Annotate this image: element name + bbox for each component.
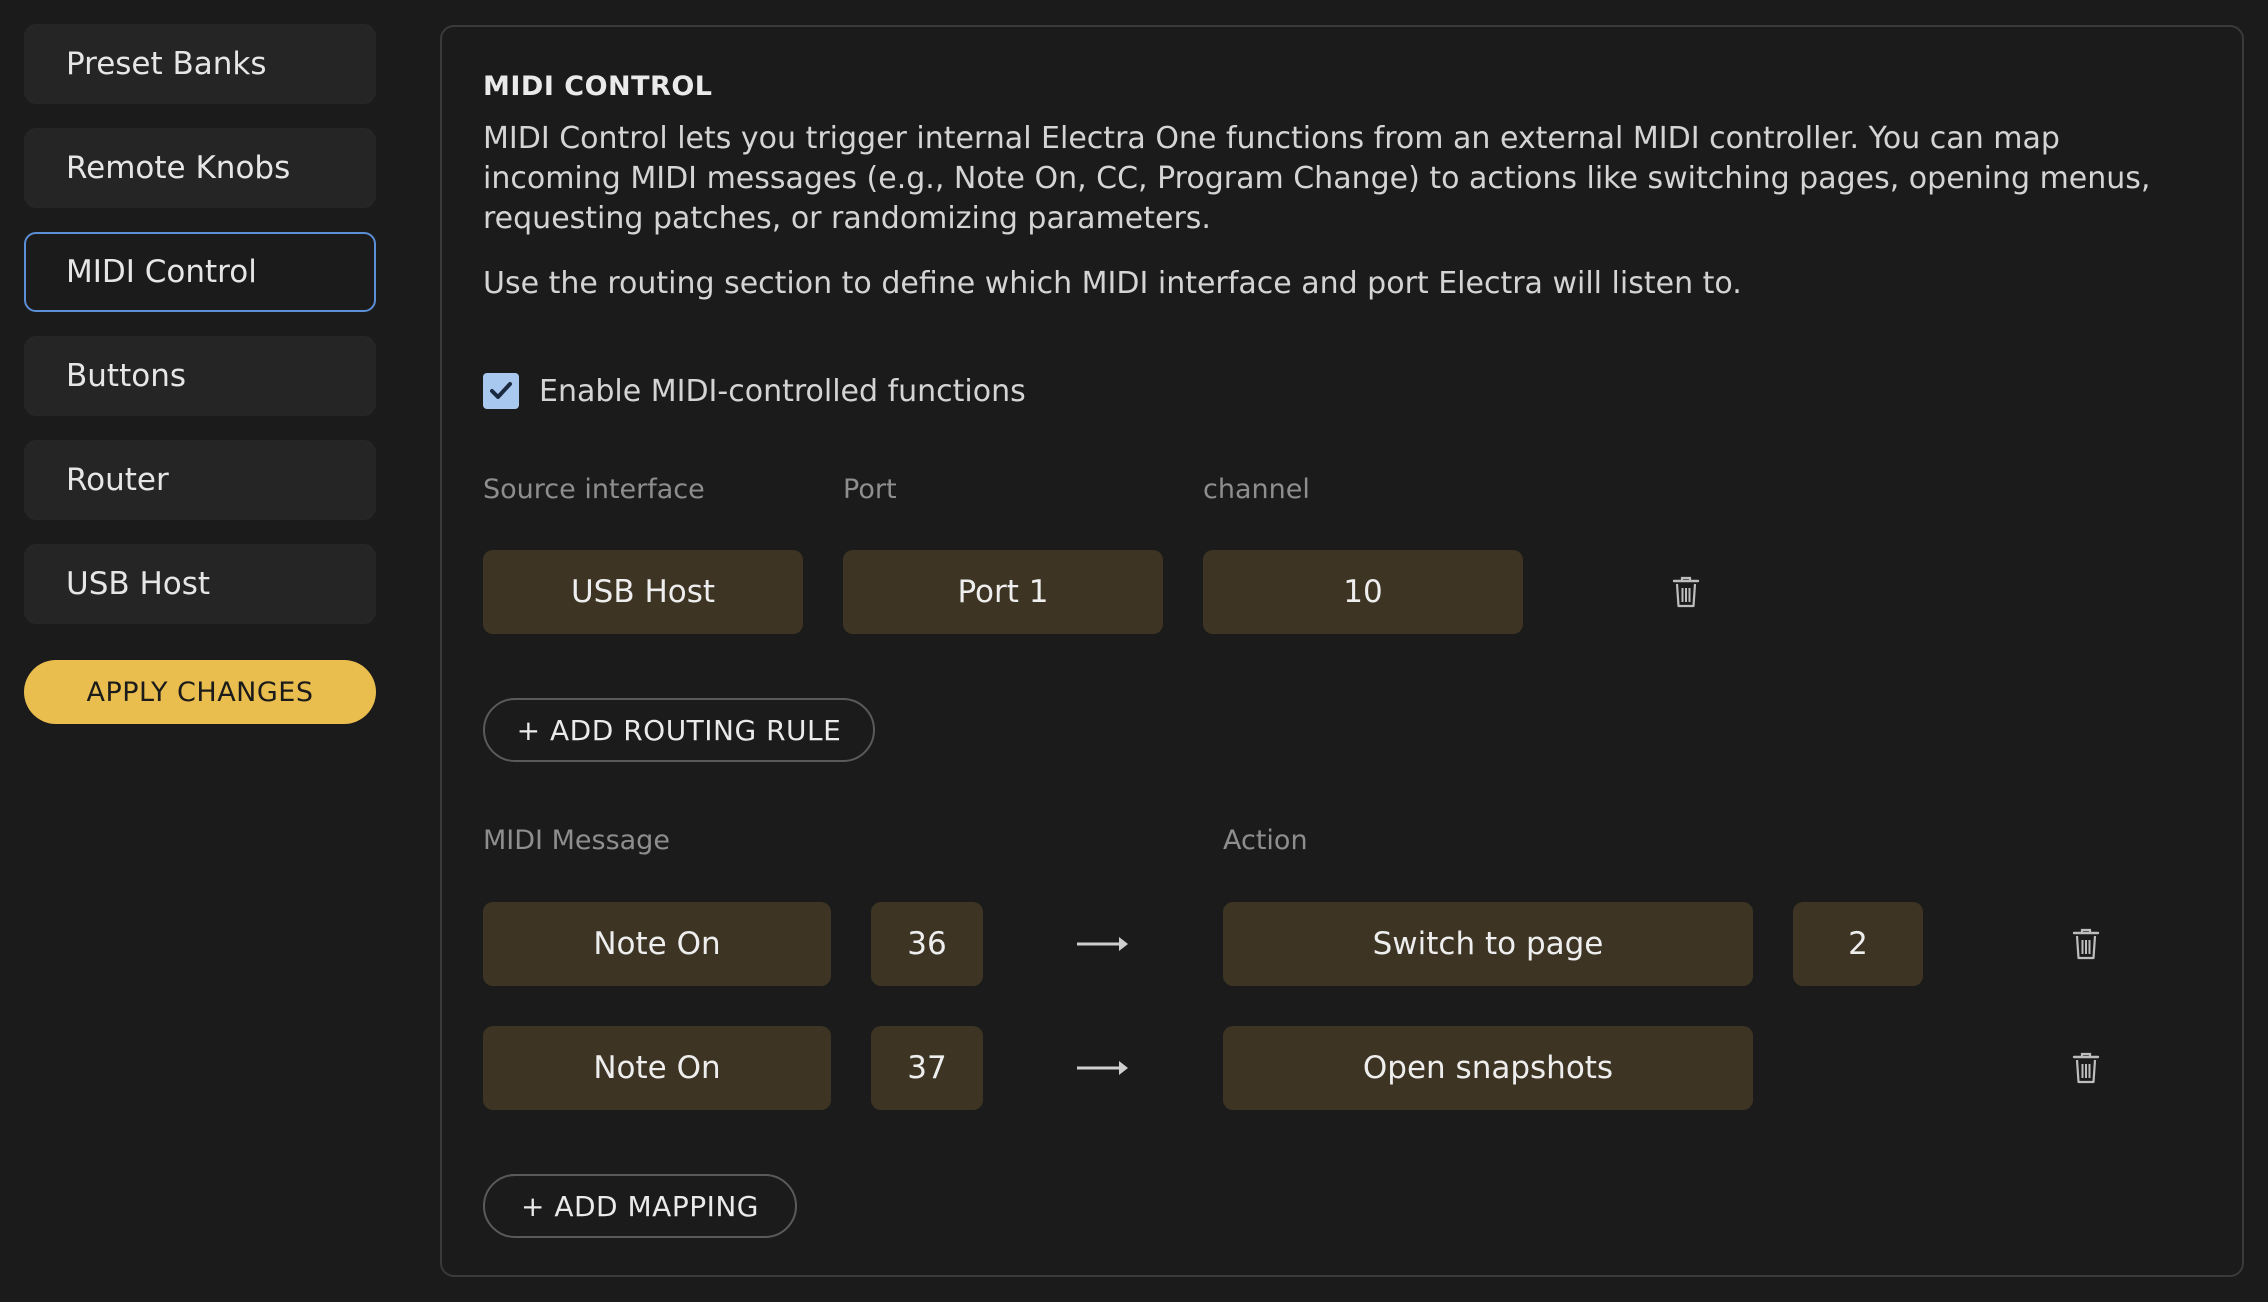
midi-note-number-input[interactable]: 36 xyxy=(871,902,983,986)
header-source-interface: Source interface xyxy=(483,474,705,505)
header-action: Action xyxy=(1223,825,1308,856)
port-select[interactable]: Port 1 xyxy=(843,550,1163,634)
sidebar-item-label: Remote Knobs xyxy=(66,150,291,186)
add-routing-rule-label: + ADD ROUTING RULE xyxy=(516,713,842,747)
action-param-value: 2 xyxy=(1848,926,1868,962)
sidebar-item-label: Buttons xyxy=(66,358,186,394)
header-midi-message: MIDI Message xyxy=(483,825,670,856)
panel-description-routing: Use the routing section to define which … xyxy=(483,266,1742,301)
trash-icon[interactable] xyxy=(2071,1051,2101,1085)
add-routing-rule-button[interactable]: + ADD ROUTING RULE xyxy=(483,698,875,762)
panel-description: MIDI Control lets you trigger internal E… xyxy=(483,121,2151,236)
midi-note-number-value: 37 xyxy=(907,1050,947,1086)
sidebar-item-midi-control[interactable]: MIDI Control xyxy=(24,232,376,312)
action-select[interactable]: Switch to page xyxy=(1223,902,1753,986)
apply-changes-label: APPLY CHANGES xyxy=(86,676,314,708)
sidebar-item-preset-banks[interactable]: Preset Banks xyxy=(24,24,376,104)
sidebar: Preset Banks Remote Knobs MIDI Control B… xyxy=(24,24,376,724)
panel-title: MIDI CONTROL xyxy=(483,71,713,102)
header-port: Port xyxy=(843,474,897,505)
action-select[interactable]: Open snapshots xyxy=(1223,1026,1753,1110)
sidebar-item-label: Preset Banks xyxy=(66,46,267,82)
add-mapping-label: + ADD MAPPING xyxy=(520,1189,760,1223)
checkmark-icon xyxy=(490,382,512,399)
sidebar-item-router[interactable]: Router xyxy=(24,440,376,520)
trash-icon[interactable] xyxy=(1671,575,1701,609)
port-value: Port 1 xyxy=(957,574,1049,610)
midi-message-value: Note On xyxy=(593,1050,721,1086)
enable-row: Enable MIDI-controlled functions xyxy=(483,373,1026,409)
enable-label: Enable MIDI-controlled functions xyxy=(539,373,1026,409)
sidebar-item-buttons[interactable]: Buttons xyxy=(24,336,376,416)
sidebar-item-label: Router xyxy=(66,462,169,498)
source-interface-select[interactable]: USB Host xyxy=(483,550,803,634)
enable-checkbox[interactable] xyxy=(483,373,519,409)
midi-note-number-value: 36 xyxy=(907,926,947,962)
midi-message-select[interactable]: Note On xyxy=(483,1026,831,1110)
app-root: Preset Banks Remote Knobs MIDI Control B… xyxy=(0,0,2268,1302)
channel-value: 10 xyxy=(1343,574,1383,610)
sidebar-item-usb-host[interactable]: USB Host xyxy=(24,544,376,624)
midi-message-select[interactable]: Note On xyxy=(483,902,831,986)
trash-icon[interactable] xyxy=(2071,927,2101,961)
action-value: Open snapshots xyxy=(1362,1050,1614,1086)
add-mapping-button[interactable]: + ADD MAPPING xyxy=(483,1174,797,1238)
action-param-input[interactable]: 2 xyxy=(1793,902,1923,986)
sidebar-item-label: MIDI Control xyxy=(66,254,257,290)
source-interface-value: USB Host xyxy=(570,574,716,610)
sidebar-item-label: USB Host xyxy=(66,566,211,602)
channel-select[interactable]: 10 xyxy=(1203,550,1523,634)
midi-note-number-input[interactable]: 37 xyxy=(871,1026,983,1110)
sidebar-item-remote-knobs[interactable]: Remote Knobs xyxy=(24,128,376,208)
midi-control-panel: MIDI CONTROL MIDI Control lets you trigg… xyxy=(440,25,2244,1277)
arrow-right-icon xyxy=(1077,937,1128,951)
arrow-right-icon xyxy=(1077,1061,1128,1075)
apply-changes-button[interactable]: APPLY CHANGES xyxy=(24,660,376,724)
midi-message-value: Note On xyxy=(593,926,721,962)
action-value: Switch to page xyxy=(1372,926,1604,962)
header-channel: channel xyxy=(1203,474,1310,505)
